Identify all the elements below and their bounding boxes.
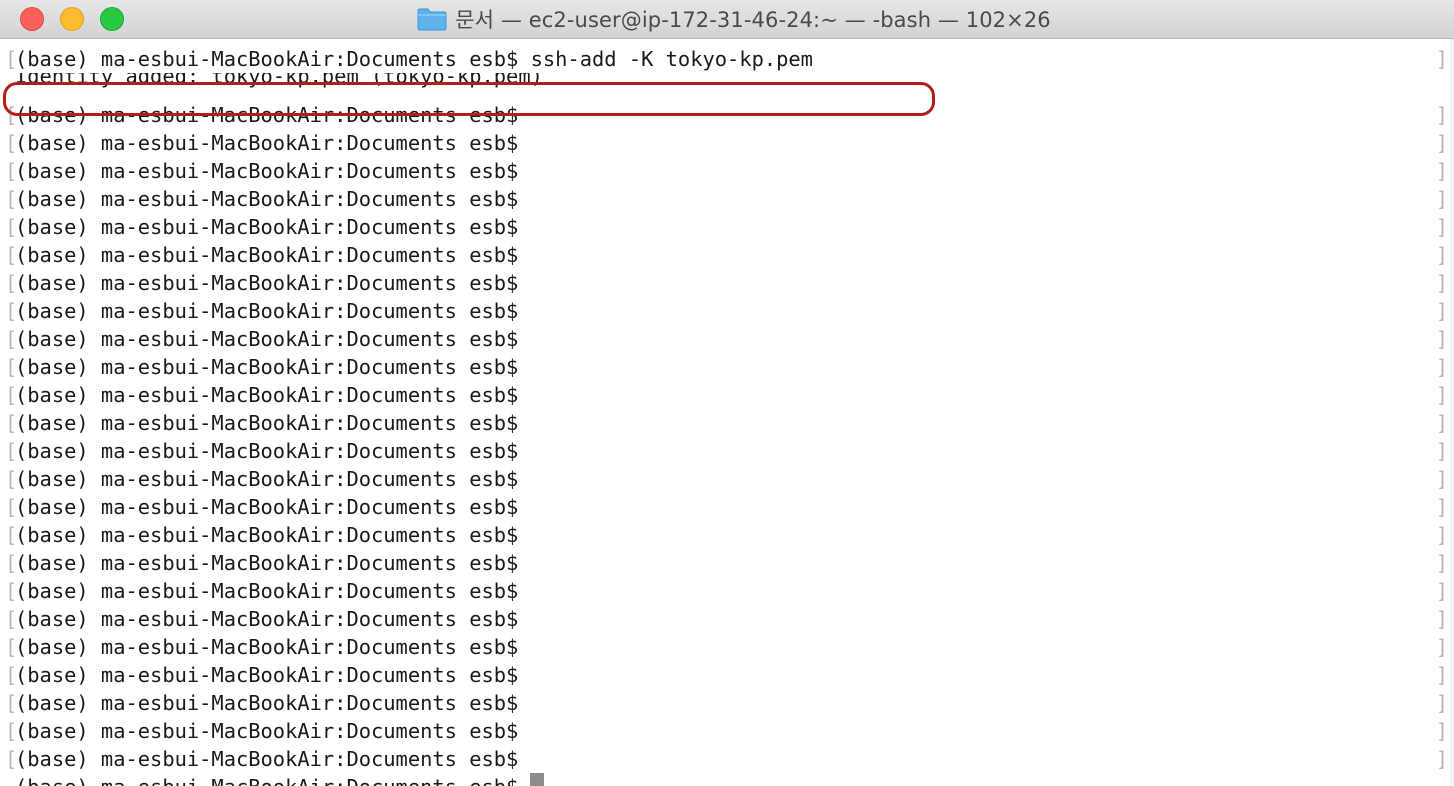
prompt-text: (base) ma-esbui-MacBookAir:Documents esb…	[15, 327, 519, 351]
prompt-line: [(base) ma-esbui-MacBookAir:Documents es…	[0, 157, 1454, 185]
line-marker-right: ]	[1435, 467, 1448, 491]
prompt-line: [(base) ma-esbui-MacBookAir:Documents es…	[0, 633, 1454, 661]
line-marker-right: ]	[1435, 299, 1448, 323]
line-marker-right: ]	[1435, 271, 1448, 295]
window-title-group: 문서 — ec2-user@ip-172-31-46-24:~ — -bash …	[0, 0, 1454, 38]
line-marker-right: ]	[1435, 635, 1448, 659]
command-text: (base) ma-esbui-MacBookAir:Documents esb…	[15, 47, 813, 71]
line-marker-right: ]	[1435, 495, 1448, 519]
prompt-text: (base) ma-esbui-MacBookAir:Documents esb…	[15, 187, 519, 211]
output-line: Identity added: tokyo-kp.pem (tokyo-kp.p…	[0, 73, 1454, 101]
line-marker-right: ]	[1435, 103, 1448, 127]
prompt-text: (base) ma-esbui-MacBookAir:Documents esb…	[15, 495, 519, 519]
line-marker-right: ]	[1435, 411, 1448, 435]
line-marker-right: ]	[1435, 187, 1448, 211]
prompt-text: (base) ma-esbui-MacBookAir:Documents esb…	[15, 439, 519, 463]
prompt-text: (base) ma-esbui-MacBookAir:Documents esb…	[15, 691, 519, 715]
prompt-text: (base) ma-esbui-MacBookAir:Documents esb…	[15, 383, 519, 407]
line-marker-right: ]	[1435, 243, 1448, 267]
terminal-content[interactable]: [ (base) ma-esbui-MacBookAir:Documents e…	[0, 39, 1454, 786]
prompt-text: (base) ma-esbui-MacBookAir:Documents esb…	[15, 607, 519, 631]
prompt-line: [(base) ma-esbui-MacBookAir:Documents es…	[0, 745, 1454, 773]
prompt-text: (base) ma-esbui-MacBookAir:Documents esb…	[15, 299, 519, 323]
prompt-text: (base) ma-esbui-MacBookAir:Documents esb…	[15, 103, 519, 127]
line-marker-right: ]	[1435, 523, 1448, 547]
prompt-text: (base) ma-esbui-MacBookAir:Documents esb…	[15, 243, 519, 267]
prompt-line: [(base) ma-esbui-MacBookAir:Documents es…	[0, 297, 1454, 325]
line-marker-right: ]	[1435, 719, 1448, 743]
text-cursor	[530, 773, 545, 786]
prompt-line: [(base) ma-esbui-MacBookAir:Documents es…	[0, 353, 1454, 381]
prompt-text: (base) ma-esbui-MacBookAir:Documents esb…	[15, 131, 519, 155]
prompt-text: (base) ma-esbui-MacBookAir:Documents esb…	[15, 551, 519, 575]
prompt-line: [(base) ma-esbui-MacBookAir:Documents es…	[0, 605, 1454, 633]
line-marker-right: ]	[1435, 131, 1448, 155]
prompt-line: [(base) ma-esbui-MacBookAir:Documents es…	[0, 689, 1454, 717]
prompt-line: [(base) ma-esbui-MacBookAir:Documents es…	[0, 465, 1454, 493]
prompt-line: [(base) ma-esbui-MacBookAir:Documents es…	[0, 269, 1454, 297]
prompt-text: (base) ma-esbui-MacBookAir:Documents esb…	[15, 663, 519, 687]
prompt-line: [(base) ma-esbui-MacBookAir:Documents es…	[0, 101, 1454, 129]
command-line: [ (base) ma-esbui-MacBookAir:Documents e…	[0, 45, 1454, 73]
prompt-line: [(base) ma-esbui-MacBookAir:Documents es…	[0, 325, 1454, 353]
prompt-text: (base) ma-esbui-MacBookAir:Documents esb…	[15, 719, 519, 743]
prompt-line: [(base) ma-esbui-MacBookAir:Documents es…	[0, 521, 1454, 549]
prompt-line: [(base) ma-esbui-MacBookAir:Documents es…	[0, 409, 1454, 437]
prompt-line: [(base) ma-esbui-MacBookAir:Documents es…	[0, 549, 1454, 577]
prompt-text: (base) ma-esbui-MacBookAir:Documents esb…	[15, 271, 519, 295]
line-marker-right: ]	[1435, 747, 1448, 771]
prompt-line: [(base) ma-esbui-MacBookAir:Documents es…	[0, 185, 1454, 213]
folder-icon	[417, 8, 447, 31]
title-bar[interactable]: 문서 — ec2-user@ip-172-31-46-24:~ — -bash …	[0, 0, 1454, 39]
line-marker-right: ]	[1435, 439, 1448, 463]
prompt-line: [(base) ma-esbui-MacBookAir:Documents es…	[0, 717, 1454, 745]
line-marker-right: ]	[1435, 579, 1448, 603]
prompt-line: [(base) ma-esbui-MacBookAir:Documents es…	[0, 493, 1454, 521]
prompt-text: (base) ma-esbui-MacBookAir:Documents esb…	[15, 215, 519, 239]
prompt-text: (base) ma-esbui-MacBookAir:Documents esb…	[15, 355, 519, 379]
scrollbar-track[interactable]	[1450, 39, 1454, 786]
prompt-line: [(base) ma-esbui-MacBookAir:Documents es…	[0, 381, 1454, 409]
terminal-lines: [ (base) ma-esbui-MacBookAir:Documents e…	[0, 45, 1454, 786]
prompt-text: (base) ma-esbui-MacBookAir:Documents esb…	[15, 523, 519, 547]
window-title: 문서 — ec2-user@ip-172-31-46-24:~ — -bash …	[455, 8, 1051, 32]
prompt-line: [(base) ma-esbui-MacBookAir:Documents es…	[0, 241, 1454, 269]
line-marker-right: ]	[1435, 691, 1448, 715]
line-marker-right: ]	[1435, 47, 1448, 71]
active-prompt-text: (base) ma-esbui-MacBookAir:Documents esb…	[15, 775, 518, 786]
terminal-window: 문서 — ec2-user@ip-172-31-46-24:~ — -bash …	[0, 0, 1454, 786]
line-marker-right: ]	[1435, 663, 1448, 687]
line-marker-right: ]	[1435, 327, 1448, 351]
prompt-line: [(base) ma-esbui-MacBookAir:Documents es…	[0, 213, 1454, 241]
prompt-line: [(base) ma-esbui-MacBookAir:Documents es…	[0, 129, 1454, 157]
line-marker-right: ]	[1435, 607, 1448, 631]
prompt-text: (base) ma-esbui-MacBookAir:Documents esb…	[15, 411, 519, 435]
active-prompt-line[interactable]: (base) ma-esbui-MacBookAir:Documents esb…	[0, 773, 1454, 786]
line-marker-right: ]	[1435, 551, 1448, 575]
prompt-line: [(base) ma-esbui-MacBookAir:Documents es…	[0, 661, 1454, 689]
prompt-text: (base) ma-esbui-MacBookAir:Documents esb…	[15, 467, 519, 491]
line-marker-right: ]	[1435, 355, 1448, 379]
prompt-line: [(base) ma-esbui-MacBookAir:Documents es…	[0, 437, 1454, 465]
prompt-text: (base) ma-esbui-MacBookAir:Documents esb…	[15, 159, 519, 183]
prompt-input[interactable]: (base) ma-esbui-MacBookAir:Documents esb…	[15, 773, 545, 786]
prompt-text: (base) ma-esbui-MacBookAir:Documents esb…	[15, 747, 519, 771]
prompt-text: (base) ma-esbui-MacBookAir:Documents esb…	[15, 579, 519, 603]
line-marker-right: ]	[1435, 159, 1448, 183]
prompt-line: [(base) ma-esbui-MacBookAir:Documents es…	[0, 577, 1454, 605]
prompt-text: (base) ma-esbui-MacBookAir:Documents esb…	[15, 635, 519, 659]
line-marker-right: ]	[1435, 215, 1448, 239]
line-marker-right: ]	[1435, 383, 1448, 407]
